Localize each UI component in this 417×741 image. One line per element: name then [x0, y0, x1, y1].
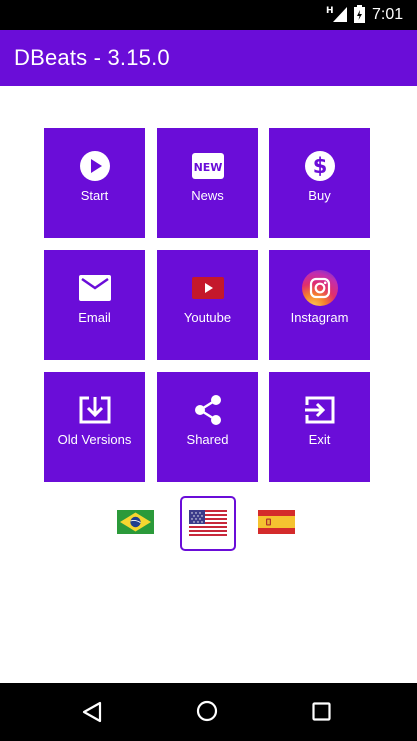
home-icon[interactable]	[196, 700, 218, 722]
app-bar: DBeats - 3.15.0	[0, 30, 417, 86]
shared-label: Shared	[186, 432, 229, 447]
signal-icon	[333, 7, 347, 22]
news-label: News	[191, 188, 224, 203]
brazil-flag[interactable]	[117, 510, 154, 534]
old-versions-label: Old Versions	[57, 432, 132, 447]
instagram-icon	[301, 270, 338, 306]
download-icon	[77, 392, 113, 428]
buy-button[interactable]: $ Buy	[269, 128, 370, 238]
email-label: Email	[78, 310, 111, 325]
dollar-icon: $	[302, 148, 338, 184]
exit-button[interactable]: Exit	[269, 372, 370, 482]
shared-button[interactable]: Shared	[157, 372, 258, 482]
email-button[interactable]: Email	[44, 250, 145, 360]
instagram-label: Instagram	[290, 310, 349, 325]
navigation-bar	[0, 683, 417, 741]
news-button[interactable]: NEW News	[157, 128, 258, 238]
share-icon	[190, 392, 226, 428]
back-icon[interactable]	[82, 701, 102, 723]
app-title: DBeats - 3.15.0	[14, 45, 170, 70]
youtube-button[interactable]: Youtube	[157, 250, 258, 360]
exit-label: Exit	[308, 432, 331, 447]
battery-icon	[354, 5, 365, 23]
instagram-button[interactable]: Instagram	[269, 250, 370, 360]
usa-flag[interactable]	[189, 510, 227, 536]
email-icon	[77, 270, 113, 306]
new-badge-icon: NEW	[190, 148, 226, 184]
old-versions-button[interactable]: Old Versions	[44, 372, 145, 482]
spain-flag[interactable]	[258, 510, 295, 534]
play-icon	[77, 148, 113, 184]
recents-icon[interactable]	[312, 702, 331, 721]
start-button[interactable]: Start	[44, 128, 145, 238]
svg-text:$: $	[312, 154, 327, 178]
buy-label: Buy	[308, 188, 331, 203]
status-time: 7:01	[372, 6, 404, 23]
new-badge-text: NEW	[193, 161, 222, 174]
start-label: Start	[80, 188, 109, 203]
youtube-icon	[190, 270, 226, 306]
status-bar: H 7:01	[0, 0, 417, 30]
exit-icon	[302, 392, 338, 428]
youtube-label: Youtube	[183, 310, 232, 325]
